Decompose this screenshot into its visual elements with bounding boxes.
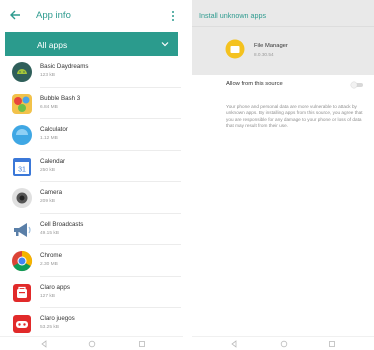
app-size: 49.15 kB (40, 230, 59, 236)
list-item[interactable]: Cell Broadcasts 49.15 kB (0, 214, 183, 245)
list-item[interactable]: Bubble Bash 3 6.84 MB (0, 88, 183, 119)
app-bar-title: Install unknown apps (199, 11, 267, 20)
chevron-down-icon (161, 42, 169, 47)
app-version: 8.0.30.54 (254, 52, 274, 57)
android-icon (12, 62, 32, 82)
app-name: Calculator (40, 126, 68, 133)
app-list: Basic Daydreams 123 kB Bubble Bash 3 6.8… (0, 56, 183, 340)
home-nav-icon[interactable] (280, 340, 288, 348)
calendar-icon: 31 (13, 157, 31, 176)
allow-from-source-label[interactable]: Allow from this source (226, 81, 283, 87)
navigation-bar (0, 336, 183, 350)
app-name: Bubble Bash 3 (40, 94, 81, 102)
app-header-card: File Manager 8.0.30.54 (192, 26, 374, 75)
app-size: 123 kB (40, 73, 55, 78)
app-bar: Install unknown apps (192, 0, 374, 26)
app-bar-title: App info (36, 10, 71, 21)
app-size: 1.12 MB (40, 136, 58, 141)
back-nav-icon[interactable] (230, 340, 238, 348)
bubble-bash-icon (12, 93, 32, 114)
app-name: Claro juegos (40, 315, 75, 322)
list-item[interactable]: Camera 209 kB (0, 182, 183, 214)
app-name: Chrome (40, 252, 63, 259)
recents-nav-icon[interactable] (328, 340, 336, 348)
app-size: 250 kB (40, 167, 55, 173)
app-name: Calendar (40, 157, 66, 165)
calculator-icon (12, 125, 32, 145)
app-size: 209 kB (40, 199, 55, 204)
app-info-screen: App info All apps Basic Daydreams 123 kB (0, 0, 183, 350)
app-name: File Manager (254, 43, 288, 49)
list-item[interactable]: Chrome 2.30 MB (0, 245, 183, 277)
calendar-icon-text: 31 (18, 166, 26, 173)
chrome-icon (12, 250, 33, 272)
home-nav-icon[interactable] (88, 340, 96, 348)
install-unknown-apps-screen: Install unknown apps File Manager 8.0.30… (192, 0, 374, 350)
app-filter-dropdown[interactable]: All apps (5, 32, 178, 56)
back-nav-icon[interactable] (40, 340, 48, 348)
claro-juegos-icon (13, 315, 31, 333)
app-size: 127 kB (40, 293, 55, 299)
app-name: Basic Daydreams (40, 63, 89, 70)
list-item[interactable]: Claro apps 127 kB (0, 277, 183, 308)
app-size: 53.25 kB (40, 325, 59, 330)
camera-icon (12, 188, 32, 208)
app-size: 6.84 MB (40, 104, 58, 110)
list-item[interactable]: Basic Daydreams 123 kB (0, 56, 183, 88)
list-item[interactable]: Claro juegos 53.25 kB (0, 308, 183, 340)
allow-from-source-toggle[interactable] (350, 81, 364, 89)
app-name: Claro apps (40, 283, 70, 291)
more-options-icon[interactable] (169, 10, 177, 22)
file-manager-icon (225, 39, 245, 59)
app-name: Cell Broadcasts (40, 220, 84, 228)
security-warning-text: Your phone and personal data are more vu… (226, 104, 363, 129)
list-item[interactable]: 31 Calendar 250 kB (0, 151, 183, 182)
app-filter-label: All apps (37, 40, 68, 50)
recents-nav-icon[interactable] (138, 340, 146, 348)
app-name: Camera (40, 189, 63, 196)
back-arrow-icon[interactable] (8, 8, 22, 22)
navigation-bar (192, 336, 374, 350)
app-size: 2.30 MB (40, 262, 58, 267)
list-item[interactable]: Calculator 1.12 MB (0, 119, 183, 151)
megaphone-icon (14, 222, 31, 237)
app-bar: App info (0, 0, 183, 32)
claro-apps-icon (13, 283, 31, 302)
